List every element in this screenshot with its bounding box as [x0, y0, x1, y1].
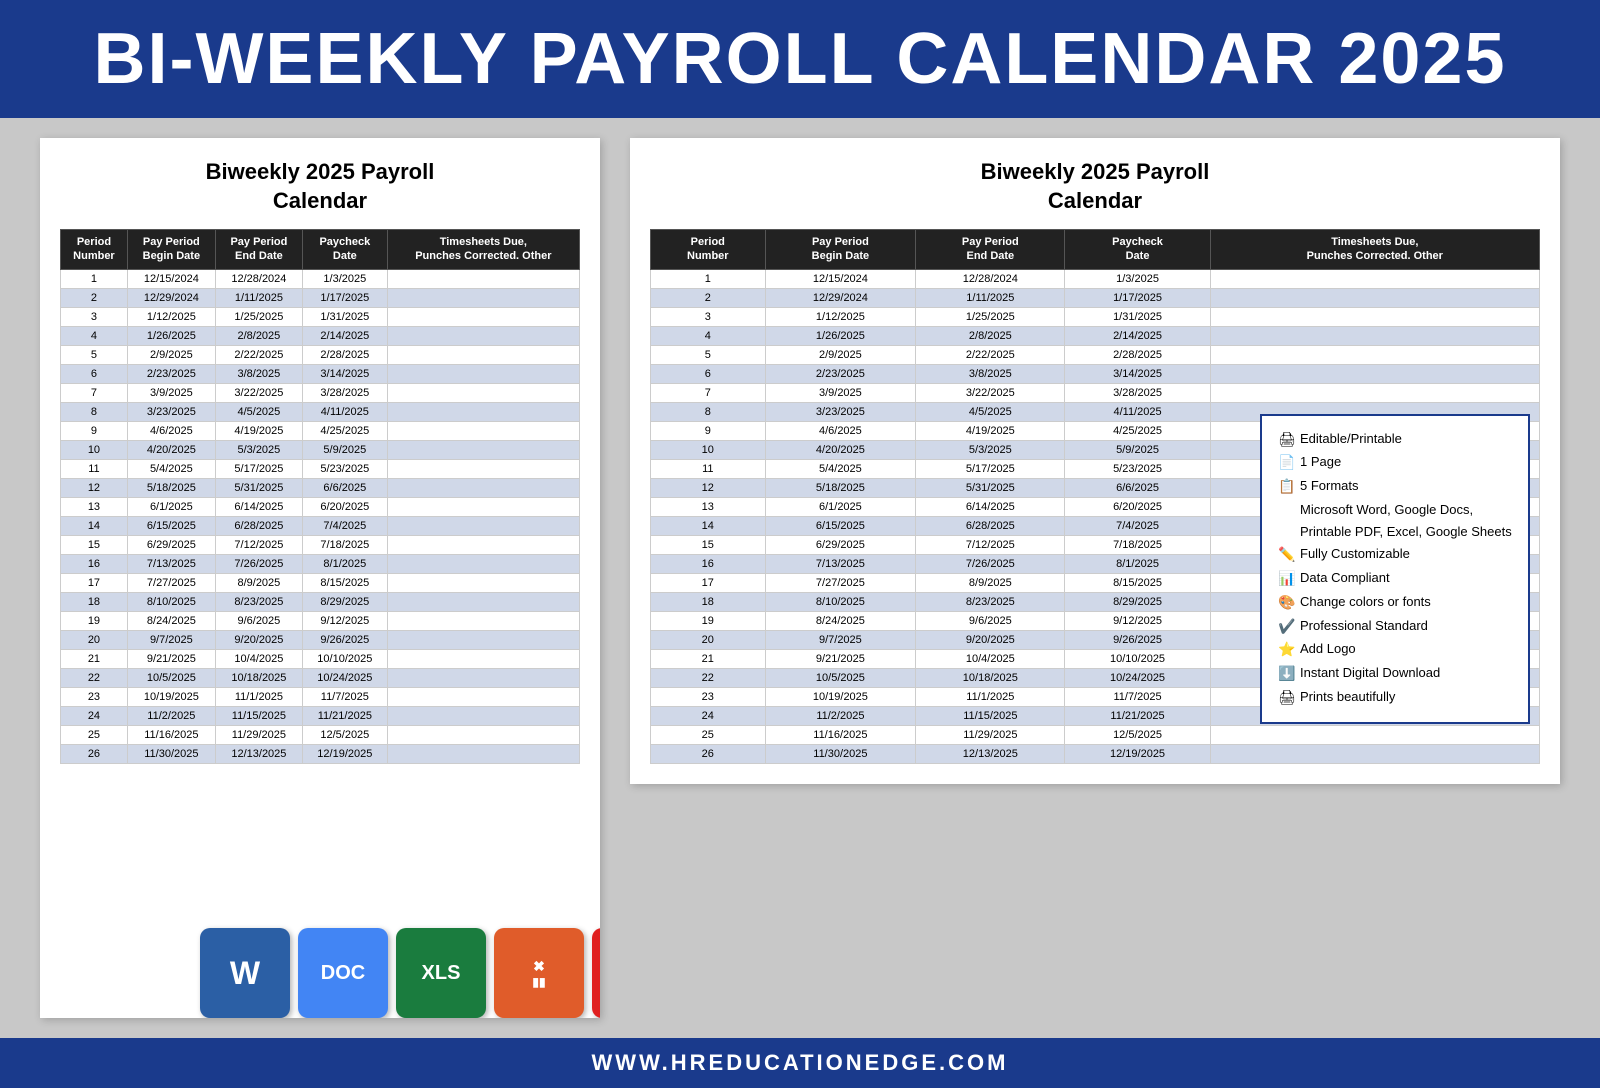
main-content: Biweekly 2025 PayrollCalendar PeriodNumb… [0, 118, 1600, 1038]
doc-icon: DOC [298, 928, 388, 1018]
right-section: Biweekly 2025 PayrollCalendar PeriodNumb… [630, 138, 1560, 1018]
col-paycheck-r: PaycheckDate [1065, 230, 1210, 270]
xlsx-icon: ✖ ▮▮ [494, 928, 584, 1018]
table-row: 41/26/20252/8/20252/14/2025 [651, 326, 1540, 345]
page-header: BI-WEEKLY PAYROLL CALENDAR 2025 [0, 0, 1600, 118]
table-row: 209/7/20259/20/20259/26/2025 [61, 630, 580, 649]
col-end: Pay PeriodEnd Date [215, 230, 302, 270]
features-box: 🖨 Editable/Printable 📄 1 Page 📋 5 Format… [1260, 414, 1530, 724]
table-row: 2611/30/202512/13/202512/19/2025 [61, 744, 580, 763]
col-timesheets-r: Timesheets Due,Punches Corrected. Other [1210, 230, 1539, 270]
xls-icon: XLS [396, 928, 486, 1018]
table-row: 52/9/20252/22/20252/28/2025 [651, 345, 1540, 364]
feature-download: ⬇️ Instant Digital Download [1278, 662, 1512, 686]
table-row: 62/23/20253/8/20253/14/2025 [651, 364, 1540, 383]
feature-apps: Microsoft Word, Google Docs, Printable P… [1278, 499, 1512, 543]
table-row: 94/6/20254/19/20254/25/2025 [61, 421, 580, 440]
table-row: 219/21/202510/4/202510/10/2025 [61, 649, 580, 668]
footer-url: WWW.HREDUCATIONEDGE.COM [592, 1050, 1009, 1075]
page-footer: WWW.HREDUCATIONEDGE.COM [0, 1038, 1600, 1088]
table-row: 136/1/20256/14/20256/20/2025 [61, 497, 580, 516]
left-calendar-card: Biweekly 2025 PayrollCalendar PeriodNumb… [40, 138, 600, 1018]
table-row: 125/18/20255/31/20256/6/2025 [61, 478, 580, 497]
table-row: 73/9/20253/22/20253/28/2025 [651, 383, 1540, 402]
feature-editable: 🖨 Editable/Printable [1278, 428, 1512, 452]
feature-colors: 🎨 Change colors or fonts [1278, 591, 1512, 615]
table-row: 2310/19/202511/1/202511/7/2025 [61, 687, 580, 706]
feature-formats: 📋 5 Formats [1278, 475, 1512, 499]
feature-page: 📄 1 Page [1278, 451, 1512, 475]
table-row: 73/9/20253/22/20253/28/2025 [61, 383, 580, 402]
header-title: BI-WEEKLY PAYROLL CALENDAR 2025 [94, 19, 1507, 99]
format-icons: W DOC XLS ✖ ▮▮ PDF [200, 928, 600, 1018]
table-row: 212/29/20241/11/20251/17/2025 [651, 288, 1540, 307]
feature-professional: ✔️ Professional Standard [1278, 615, 1512, 639]
col-period: PeriodNumber [61, 230, 128, 270]
table-row: 177/27/20258/9/20258/15/2025 [61, 573, 580, 592]
col-begin: Pay PeriodBegin Date [127, 230, 215, 270]
table-row: 62/23/20253/8/20253/14/2025 [61, 364, 580, 383]
table-row: 83/23/20254/5/20254/11/2025 [61, 402, 580, 421]
feature-logo: ⭐ Add Logo [1278, 638, 1512, 662]
right-calendar-card: Biweekly 2025 PayrollCalendar PeriodNumb… [630, 138, 1560, 784]
table-row: 112/15/202412/28/20241/3/2025 [651, 269, 1540, 288]
table-row: 2511/16/202511/29/202512/5/2025 [61, 725, 580, 744]
col-period-r: PeriodNumber [651, 230, 766, 270]
table-row: 31/12/20251/25/20251/31/2025 [61, 307, 580, 326]
table-row: 41/26/20252/8/20252/14/2025 [61, 326, 580, 345]
table-row: 156/29/20257/12/20257/18/2025 [61, 535, 580, 554]
table-row: 188/10/20258/23/20258/29/2025 [61, 592, 580, 611]
table-row: 104/20/20255/3/20255/9/2025 [61, 440, 580, 459]
table-row: 2411/2/202511/15/202511/21/2025 [61, 706, 580, 725]
col-paycheck: PaycheckDate [302, 230, 387, 270]
table-row: 198/24/20259/6/20259/12/2025 [61, 611, 580, 630]
col-end-r: Pay PeriodEnd Date [916, 230, 1065, 270]
table-row: 112/15/202412/28/20241/3/2025 [61, 269, 580, 288]
feature-customizable: ✏️ Fully Customizable [1278, 543, 1512, 567]
table-row: 2611/30/202512/13/202512/19/2025 [651, 744, 1540, 763]
table-row: 212/29/20241/11/20251/17/2025 [61, 288, 580, 307]
table-row: 115/4/20255/17/20255/23/2025 [61, 459, 580, 478]
feature-data: 📊 Data Compliant [1278, 567, 1512, 591]
col-timesheets: Timesheets Due,Punches Corrected. Other [387, 230, 579, 270]
table-row: 146/15/20256/28/20257/4/2025 [61, 516, 580, 535]
feature-prints: 🖨 Prints beautifully [1278, 686, 1512, 710]
table-row: 2210/5/202510/18/202510/24/2025 [61, 668, 580, 687]
left-payroll-table: PeriodNumber Pay PeriodBegin Date Pay Pe… [60, 229, 580, 764]
word-icon: W [200, 928, 290, 1018]
col-begin-r: Pay PeriodBegin Date [765, 230, 916, 270]
table-row: 31/12/20251/25/20251/31/2025 [651, 307, 1540, 326]
table-row: 2511/16/202511/29/202512/5/2025 [651, 725, 1540, 744]
pdf-icon: PDF [592, 928, 600, 1018]
table-row: 167/13/20257/26/20258/1/2025 [61, 554, 580, 573]
left-calendar-title: Biweekly 2025 PayrollCalendar [60, 158, 580, 215]
table-row: 52/9/20252/22/20252/28/2025 [61, 345, 580, 364]
right-calendar-title: Biweekly 2025 PayrollCalendar [650, 158, 1540, 215]
